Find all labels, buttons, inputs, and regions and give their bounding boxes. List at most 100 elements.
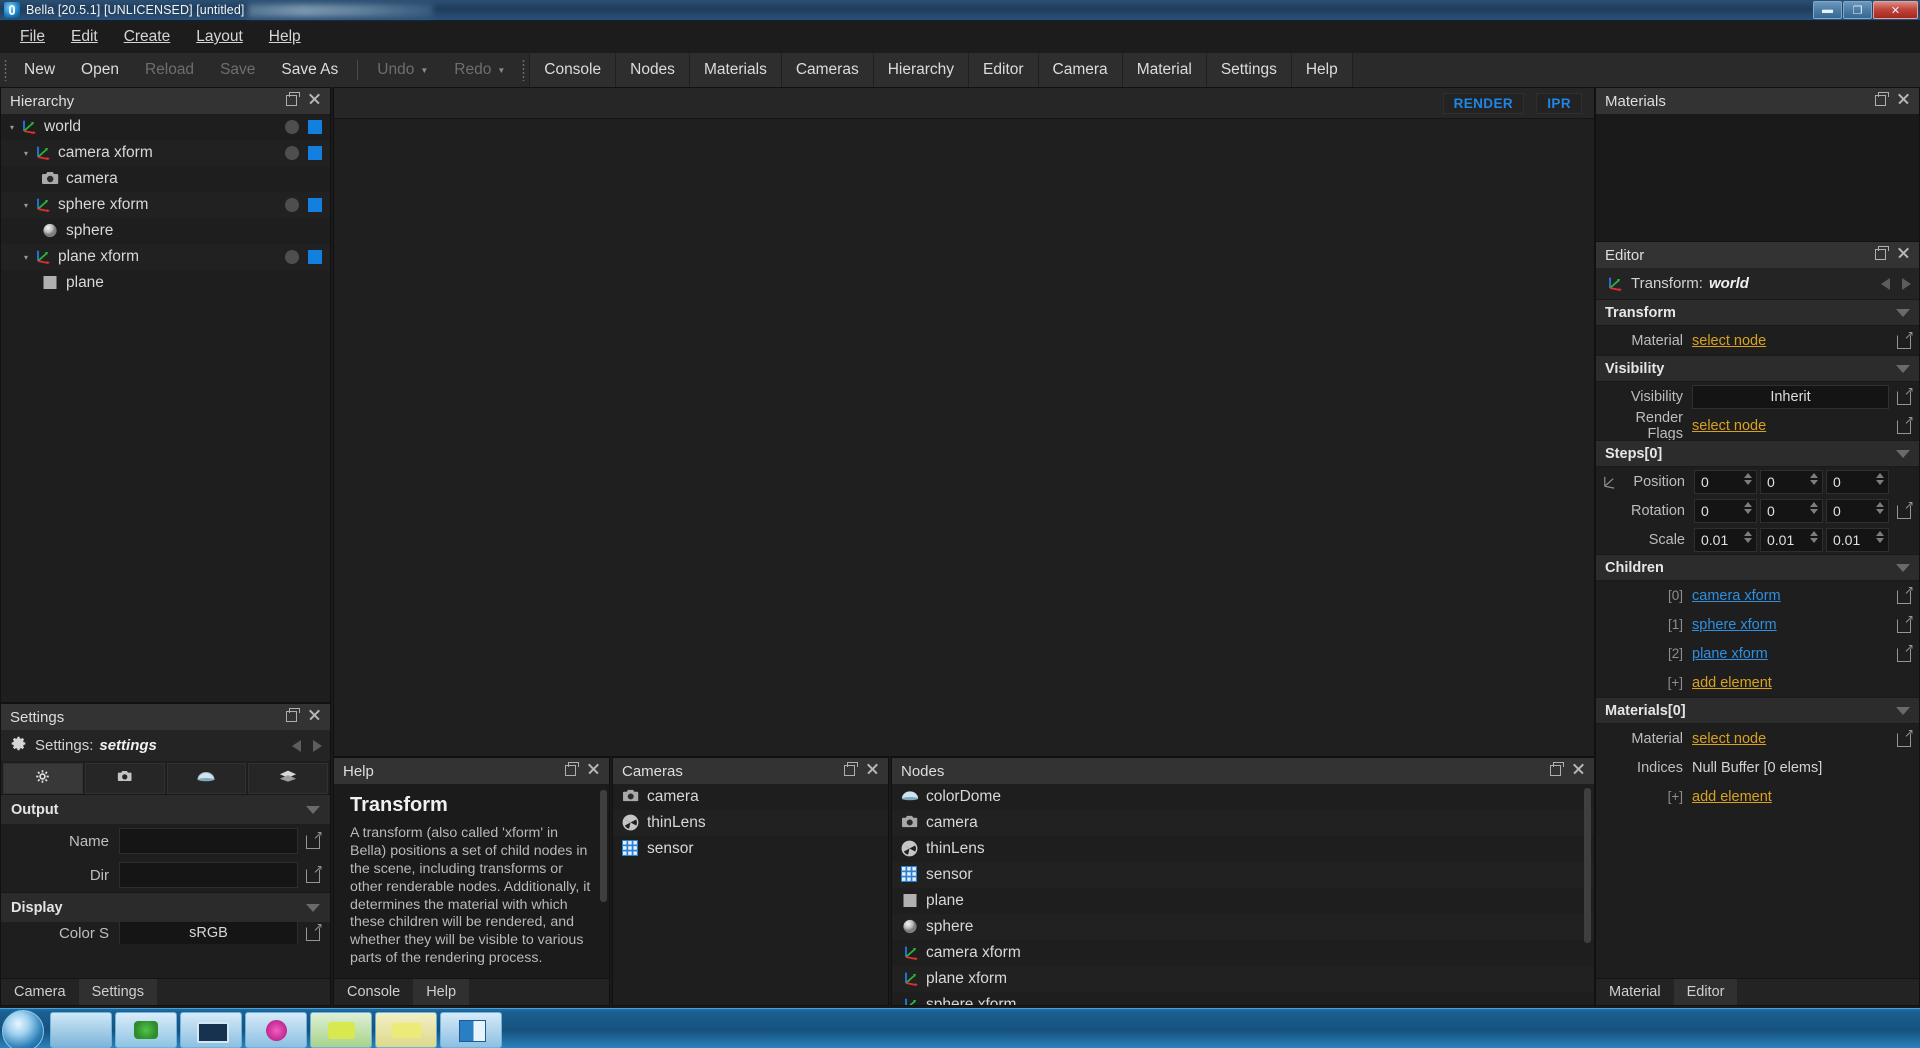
save-as-button[interactable]: Save As <box>268 53 351 87</box>
twisty-icon[interactable]: ▾ <box>19 201 33 210</box>
bottom-tab-editor[interactable]: Editor <box>1673 979 1738 1005</box>
twisty-icon[interactable]: ▾ <box>5 123 19 132</box>
stepper-arrows-icon[interactable] <box>1876 472 1884 485</box>
tab-settings[interactable]: Settings <box>1206 53 1292 87</box>
tab-camera[interactable]: Camera <box>1038 53 1123 87</box>
close-icon[interactable] <box>308 708 321 721</box>
list-item[interactable]: plane xform <box>892 966 1594 992</box>
float-panel-icon[interactable] <box>286 708 300 722</box>
taskbar-item[interactable] <box>115 1012 177 1048</box>
tree-row[interactable]: ▾ camera xform <box>1 140 330 166</box>
float-panel-icon[interactable] <box>565 762 579 776</box>
open-node-icon[interactable] <box>1897 413 1914 434</box>
twisty-icon[interactable]: ▾ <box>19 149 33 158</box>
tab-material[interactable]: Material <box>1122 53 1207 87</box>
open-node-icon[interactable] <box>306 828 323 849</box>
ipr-button[interactable]: IPR <box>1536 93 1582 114</box>
hierarchy-tree[interactable]: ▾ world ▾ camera xform camera ▾ sphere x… <box>1 114 330 702</box>
list-item[interactable]: camera xform <box>892 940 1594 966</box>
open-node-icon[interactable] <box>306 922 323 941</box>
list-item[interactable]: plane <box>892 888 1594 914</box>
materials-list[interactable] <box>1596 114 1919 253</box>
settings-section-display[interactable]: Display <box>1 892 330 922</box>
close-icon[interactable] <box>1572 762 1585 775</box>
taskbar-item[interactable] <box>375 1012 437 1048</box>
menu-edit[interactable]: Edit <box>59 24 110 50</box>
output-name-input[interactable] <box>119 828 298 854</box>
list-item[interactable]: sphere xform <box>892 992 1594 1005</box>
chevron-down-icon[interactable] <box>1896 364 1910 373</box>
scale-y-input[interactable]: 0.01 <box>1760 527 1823 552</box>
twisty-icon[interactable]: ▾ <box>19 253 33 262</box>
close-icon[interactable] <box>1897 92 1910 105</box>
render-flag-icon[interactable] <box>308 146 322 160</box>
close-icon[interactable] <box>587 762 600 775</box>
float-panel-icon[interactable] <box>844 762 858 776</box>
chevron-down-icon[interactable] <box>1896 563 1910 572</box>
list-item[interactable]: sphere <box>892 914 1594 940</box>
close-icon[interactable] <box>308 92 321 105</box>
rotation-z-input[interactable]: 0 <box>1826 498 1889 523</box>
segment-tab-environment[interactable] <box>166 763 247 794</box>
tree-row[interactable]: ▾ sphere xform <box>1 192 330 218</box>
visibility-combo[interactable]: Inherit <box>1692 384 1889 409</box>
reload-button[interactable]: Reload <box>132 53 207 87</box>
taskbar-item[interactable] <box>50 1012 112 1048</box>
list-item[interactable]: thinLens <box>613 810 888 836</box>
stepper-arrows-icon[interactable] <box>1810 501 1818 514</box>
float-panel-icon[interactable] <box>1875 92 1889 106</box>
editor-section-children[interactable]: Children <box>1596 554 1919 581</box>
help-scrollbar[interactable] <box>600 790 607 902</box>
toolbar-grip-1[interactable] <box>0 53 11 87</box>
editor-section-steps[interactable]: Steps[0] <box>1596 440 1919 467</box>
close-button[interactable]: ✕ <box>1873 1 1918 19</box>
open-node-icon[interactable] <box>1897 384 1914 405</box>
open-node-icon[interactable] <box>1897 641 1914 662</box>
bottom-tab-camera[interactable]: Camera <box>1 979 79 1005</box>
menu-file[interactable]: File <box>8 24 57 50</box>
start-orb-icon[interactable] <box>2 1010 44 1048</box>
tree-row[interactable]: plane <box>1 270 330 296</box>
materials-add-element-link[interactable]: add element <box>1692 789 1772 805</box>
stepper-arrows-icon[interactable] <box>1876 530 1884 543</box>
bottom-tab-settings[interactable]: Settings <box>78 979 157 1005</box>
menu-create[interactable]: Create <box>112 24 183 50</box>
render-button[interactable]: RENDER <box>1442 93 1524 114</box>
bottom-tab-help[interactable]: Help <box>413 979 470 1005</box>
tab-editor[interactable]: Editor <box>969 53 1039 87</box>
open-node-icon[interactable] <box>1897 498 1914 519</box>
save-button[interactable]: Save <box>207 53 268 87</box>
open-node-icon[interactable] <box>1897 612 1914 633</box>
tree-row[interactable]: camera <box>1 166 330 192</box>
taskbar-item[interactable] <box>180 1012 242 1048</box>
tab-help[interactable]: Help <box>1291 53 1353 87</box>
visibility-dot-icon[interactable] <box>285 250 299 264</box>
open-node-icon[interactable] <box>306 862 323 883</box>
chevron-down-icon[interactable]: ▼ <box>497 66 505 75</box>
list-item[interactable]: camera <box>613 784 888 810</box>
settings-section-output[interactable]: Output <box>1 794 330 824</box>
chevron-down-icon[interactable] <box>306 805 320 814</box>
position-x-input[interactable]: 0 <box>1694 469 1757 494</box>
new-button[interactable]: New <box>11 53 68 87</box>
transform-material-select-node-link[interactable]: select node <box>1692 333 1766 349</box>
cameras-list[interactable]: camera thinLens sensor <box>613 784 888 1005</box>
stepper-arrows-icon[interactable] <box>1744 472 1752 485</box>
close-icon[interactable] <box>1897 246 1910 259</box>
tree-row[interactable]: sphere <box>1 218 330 244</box>
materials-material-select-node-link[interactable]: select node <box>1692 731 1766 747</box>
tab-nodes[interactable]: Nodes <box>616 53 690 87</box>
stepper-arrows-icon[interactable] <box>1810 472 1818 485</box>
stepper-arrows-icon[interactable] <box>1744 530 1752 543</box>
list-item[interactable]: sensor <box>613 836 888 862</box>
visibility-dot-icon[interactable] <box>285 198 299 212</box>
next-node-icon[interactable] <box>1902 277 1911 290</box>
taskbar-item[interactable] <box>310 1012 372 1048</box>
menu-help[interactable]: Help <box>257 24 313 50</box>
children-link-camera-xform[interactable]: camera xform <box>1692 588 1781 604</box>
editor-section-transform[interactable]: Transform <box>1596 299 1919 326</box>
maximize-button[interactable]: ❐ <box>1843 1 1872 19</box>
render-flag-icon[interactable] <box>308 120 322 134</box>
chevron-down-icon[interactable] <box>1896 308 1910 317</box>
toolbar-grip-2[interactable] <box>518 53 529 87</box>
